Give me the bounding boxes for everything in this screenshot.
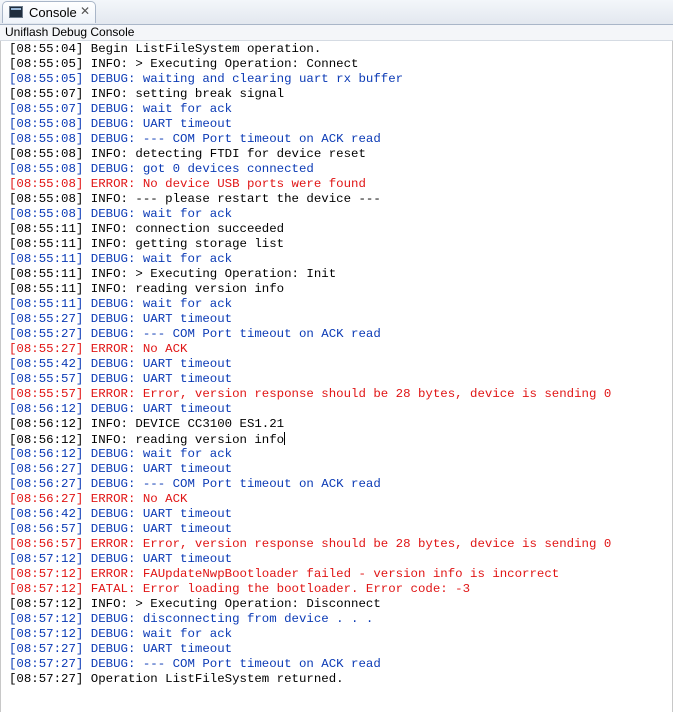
- console-line: [08:56:12] DEBUG: wait for ack: [9, 447, 233, 461]
- console-line: [08:55:11] INFO: reading version info: [9, 282, 285, 296]
- console-line: [08:55:07] INFO: setting break signal: [9, 87, 285, 101]
- console-line: [08:57:12] FATAL: Error loading the boot…: [9, 582, 471, 596]
- console-line: [08:56:12] DEBUG: UART timeout: [9, 402, 233, 416]
- console-line: [08:55:57] DEBUG: UART timeout: [9, 372, 233, 386]
- console-line: [08:55:11] DEBUG: wait for ack: [9, 252, 233, 266]
- console-line: [08:57:27] Operation ListFileSystem retu…: [9, 672, 344, 686]
- console-line: [08:55:27] ERROR: No ACK: [9, 342, 188, 356]
- console-line: [08:55:27] DEBUG: --- COM Port timeout o…: [9, 327, 381, 341]
- console-line: [08:56:27] DEBUG: UART timeout: [9, 462, 233, 476]
- console-line: [08:55:04] Begin ListFileSystem operatio…: [9, 42, 322, 56]
- console-title: Uniflash Debug Console: [5, 25, 135, 39]
- console-lines: [08:55:04] Begin ListFileSystem operatio…: [9, 42, 611, 687]
- console-line: [08:55:08] INFO: detecting FTDI for devi…: [9, 147, 366, 161]
- console-line: [08:56:57] ERROR: Error, version respons…: [9, 537, 612, 551]
- console-line: [08:55:07] DEBUG: wait for ack: [9, 102, 233, 116]
- console-line: [08:55:08] DEBUG: --- COM Port timeout o…: [9, 132, 381, 146]
- console-line: [08:56:12] INFO: reading version info: [9, 432, 286, 447]
- close-icon[interactable]: [79, 5, 91, 17]
- console-line: [08:56:12] INFO: DEVICE CC3100 ES1.21: [9, 417, 285, 431]
- text-caret: [284, 432, 286, 445]
- view-title-bar: Uniflash Debug Console: [0, 25, 673, 41]
- console-line: [08:56:42] DEBUG: UART timeout: [9, 507, 233, 521]
- console-line: [08:57:12] DEBUG: wait for ack: [9, 627, 233, 641]
- console-line: [08:55:57] ERROR: Error, version respons…: [9, 387, 612, 401]
- console-line: [08:57:27] DEBUG: UART timeout: [9, 642, 233, 656]
- console-line: [08:55:11] DEBUG: wait for ack: [9, 297, 233, 311]
- console-line: [08:55:11] INFO: connection succeeded: [9, 222, 285, 236]
- console-line: [08:55:05] INFO: > Executing Operation: …: [9, 57, 359, 71]
- console-line: [08:55:08] DEBUG: wait for ack: [9, 207, 233, 221]
- console-line: [08:57:12] DEBUG: UART timeout: [9, 552, 233, 566]
- tab-console-label: Console: [29, 5, 77, 20]
- console-line: [08:57:12] ERROR: FAUpdateNwpBootloader …: [9, 567, 560, 581]
- console-line: [08:55:11] INFO: getting storage list: [9, 237, 285, 251]
- console-line: [08:57:12] INFO: > Executing Operation: …: [9, 597, 381, 611]
- console-icon: [9, 6, 23, 18]
- console-line: [08:55:08] DEBUG: UART timeout: [9, 117, 233, 131]
- console-line: [08:56:27] ERROR: No ACK: [9, 492, 188, 506]
- console-line: [08:55:08] DEBUG: got 0 devices connecte…: [9, 162, 314, 176]
- console-line: [08:56:27] DEBUG: --- COM Port timeout o…: [9, 477, 381, 491]
- console-line: [08:57:27] DEBUG: --- COM Port timeout o…: [9, 657, 381, 671]
- console-line: [08:55:11] INFO: > Executing Operation: …: [9, 267, 337, 281]
- console-line: [08:55:27] DEBUG: UART timeout: [9, 312, 233, 326]
- console-line: [08:57:12] DEBUG: disconnecting from dev…: [9, 612, 374, 626]
- console-line: [08:55:05] DEBUG: waiting and clearing u…: [9, 72, 404, 86]
- console-output[interactable]: [08:55:04] Begin ListFileSystem operatio…: [0, 41, 673, 712]
- console-line: [08:56:57] DEBUG: UART timeout: [9, 522, 233, 536]
- console-line: [08:55:42] DEBUG: UART timeout: [9, 357, 233, 371]
- console-line: [08:55:08] INFO: --- please restart the …: [9, 192, 381, 206]
- console-line: [08:55:08] ERROR: No device USB ports we…: [9, 177, 366, 191]
- view-tab-strip: Console: [0, 0, 673, 25]
- tab-console[interactable]: Console: [2, 1, 96, 23]
